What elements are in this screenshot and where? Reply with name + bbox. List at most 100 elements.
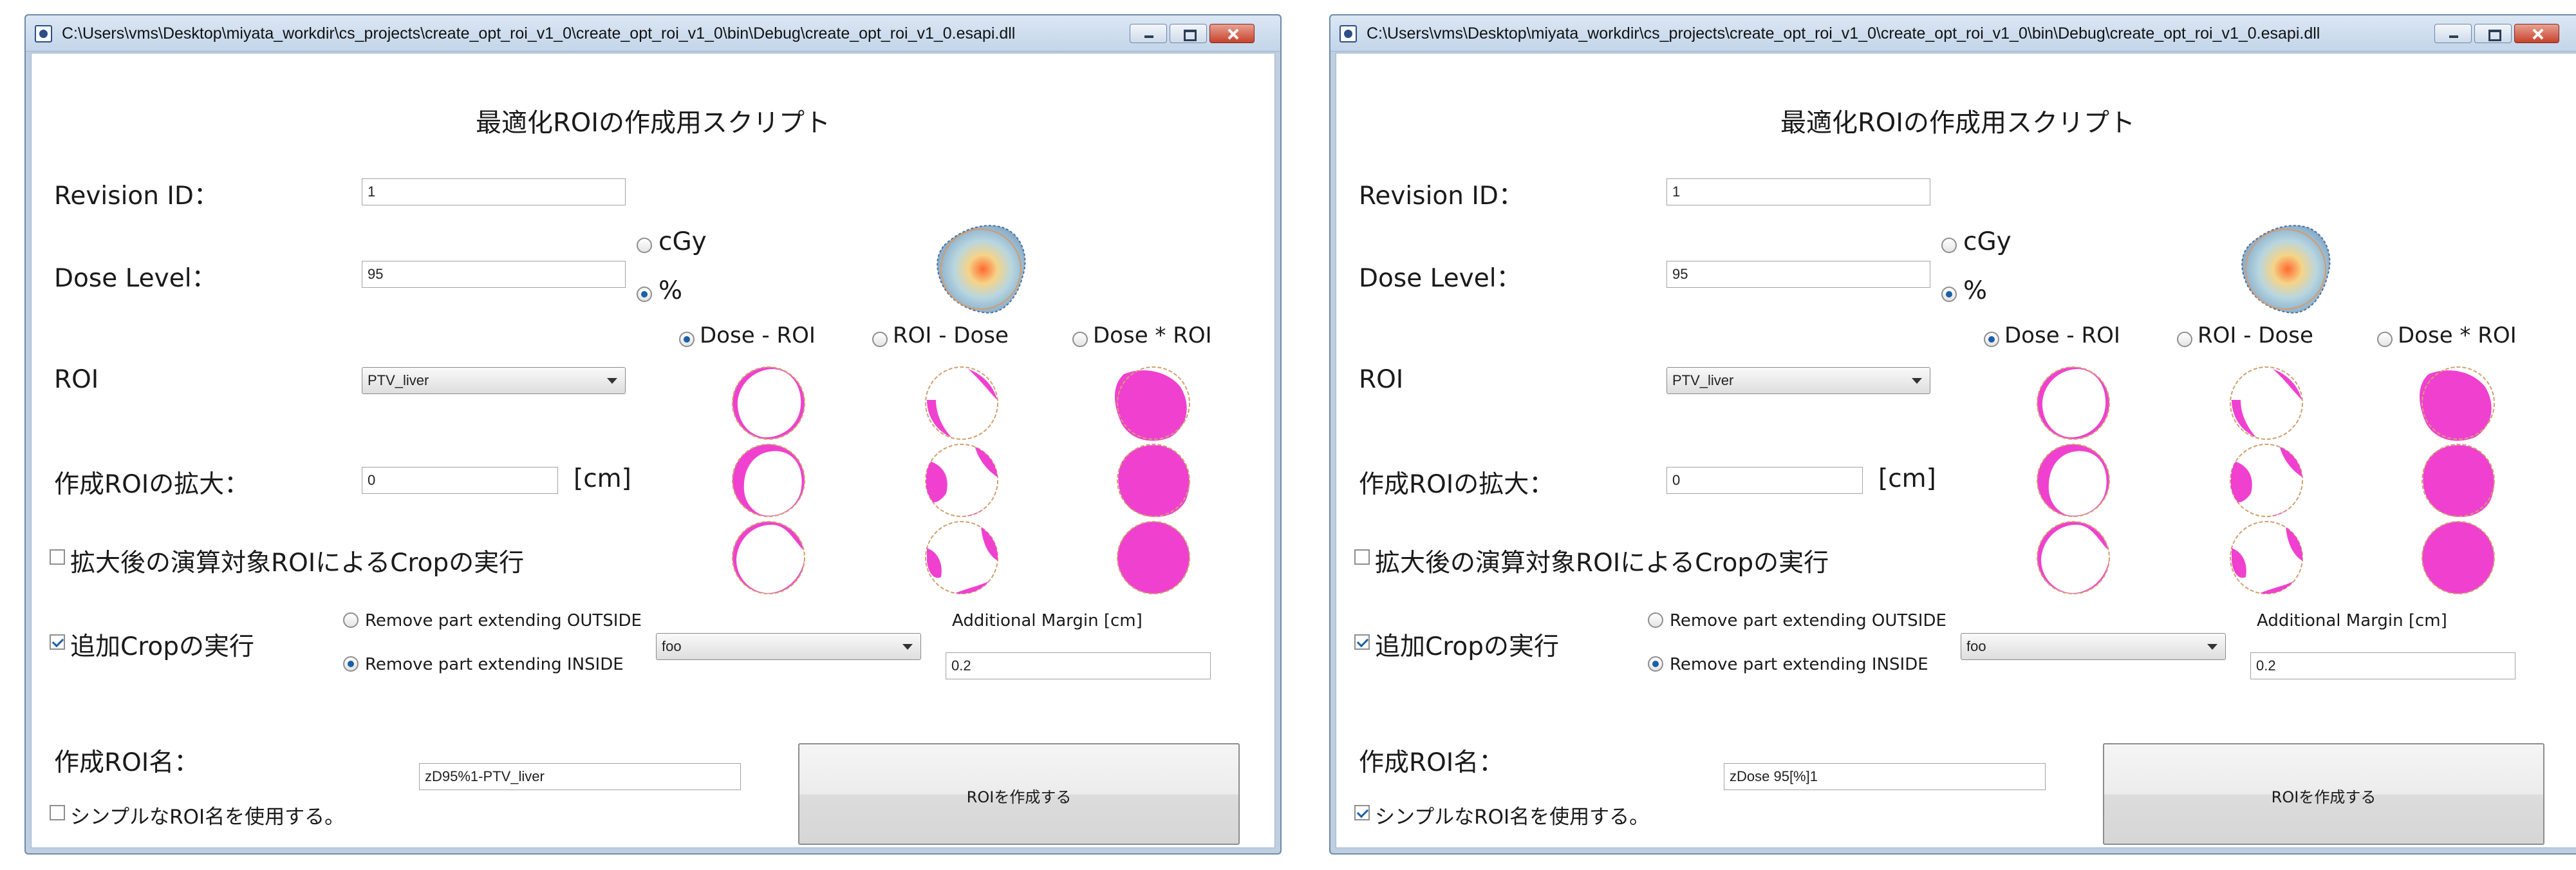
window-title: C:\Users\vms\Desktop\miyata_workdir\cs_p…	[62, 24, 1016, 43]
roi-label: ROI	[1359, 365, 1404, 394]
chevron-down-icon	[607, 378, 617, 384]
dose-minus-roi-example-3	[732, 521, 805, 594]
extra-crop-checkbox[interactable]	[50, 634, 65, 650]
crop-structure-select[interactable]: foo	[1961, 633, 2226, 660]
extra-crop-label: 追加Cropの実行	[1375, 632, 1560, 661]
crop-after-expand-label: 拡大後の演算対象ROIによるCropの実行	[70, 549, 525, 578]
dose-level-input[interactable]: 95	[362, 261, 626, 288]
script-window-2: C:\Users\vms\Desktop\miyata_workdir\cs_p…	[1329, 14, 2576, 855]
dose-distribution-image	[2241, 225, 2331, 314]
revision-id-label: Revision ID：	[1359, 182, 1524, 211]
operation-radio-dose-times-roi[interactable]	[1072, 332, 1088, 347]
crop-after-expand-checkbox[interactable]	[1354, 549, 1370, 565]
operation-label-dose-times-roi: Dose * ROI	[2398, 323, 2517, 348]
crop-after-expand-checkbox[interactable]	[50, 549, 65, 565]
roi-select[interactable]: PTV_liver	[362, 367, 626, 394]
roi-name-input[interactable]: zDose 95[%]1	[1724, 763, 2046, 790]
roi-minus-dose-example-2	[2230, 444, 2303, 517]
unit-radio-cgy[interactable]	[1941, 238, 1957, 253]
dose-distribution-image	[937, 225, 1026, 314]
dose-minus-roi-example-3	[2037, 521, 2110, 594]
operation-radio-dose-times-roi[interactable]	[2377, 332, 2393, 347]
operation-label-dose-minus-roi: Dose - ROI	[700, 323, 816, 348]
crop-option-label-inside: Remove part extending INSIDE	[365, 655, 624, 674]
title-bar[interactable]: C:\Users\vms\Desktop\miyata_workdir\cs_p…	[1330, 15, 2576, 52]
roi-minus-dose-example-1	[925, 366, 998, 440]
margin-input[interactable]: 0	[1666, 467, 1863, 494]
crop-structure-select[interactable]: foo	[656, 633, 921, 660]
simple-name-checkbox[interactable]	[1354, 805, 1370, 820]
app-icon	[35, 25, 52, 43]
additional-margin-input[interactable]: 0.2	[946, 652, 1211, 679]
dose-times-roi-example-3	[1117, 521, 1190, 594]
app-icon	[1339, 25, 1357, 43]
create-roi-button[interactable]: ROIを作成する	[798, 743, 1240, 845]
crop-option-label-outside: Remove part extending OUTSIDE	[1670, 611, 1946, 630]
roi-name-label: 作成ROI名：	[54, 748, 200, 777]
minimize-button[interactable]	[2434, 24, 2472, 43]
dose-minus-roi-example-1	[2037, 366, 2110, 440]
unit-radio-cgy[interactable]	[637, 238, 652, 253]
crop-option-radio-outside[interactable]	[1648, 612, 1663, 628]
operation-label-roi-minus-dose: ROI - Dose	[2198, 323, 2313, 348]
dose-level-label: Dose Level：	[1359, 264, 1522, 293]
operation-label-dose-minus-roi: Dose - ROI	[2004, 323, 2120, 348]
unit-radio-percent[interactable]	[1941, 287, 1957, 302]
operation-label-roi-minus-dose: ROI - Dose	[893, 323, 1009, 348]
roi-minus-dose-example-1	[2230, 366, 2303, 440]
margin-input[interactable]: 0	[362, 467, 558, 494]
revision-id-input[interactable]: 1	[1666, 178, 1930, 205]
dose-minus-roi-example-2	[732, 444, 805, 517]
create-roi-button[interactable]: ROIを作成する	[2103, 743, 2544, 845]
operation-examples	[732, 366, 1190, 594]
roi-minus-dose-example-3	[925, 521, 998, 594]
additional-margin-label: Additional Margin [cm]	[2257, 611, 2447, 630]
close-button[interactable]	[2514, 24, 2559, 43]
unit-label-percent: %	[1963, 276, 1988, 305]
revision-id-input[interactable]: 1	[362, 178, 626, 205]
dose-level-input[interactable]: 95	[1666, 261, 1930, 288]
window-title: C:\Users\vms\Desktop\miyata_workdir\cs_p…	[1367, 24, 2320, 43]
simple-name-label: シンプルなROI名を使用する。	[1375, 806, 1650, 829]
crop-option-radio-inside[interactable]	[1648, 656, 1663, 672]
maximize-button[interactable]	[2474, 24, 2512, 43]
dose-times-roi-example-2	[2422, 444, 2495, 517]
roi-select[interactable]: PTV_liver	[1666, 367, 1930, 394]
extra-crop-label: 追加Cropの実行	[70, 632, 255, 661]
script-window-1: C:\Users\vms\Desktop\miyata_workdir\cs_p…	[24, 14, 1282, 855]
roi-label: ROI	[54, 365, 99, 394]
page-title: 最適化ROIの作成用スクリプト	[475, 108, 831, 138]
additional-margin-input[interactable]: 0.2	[2250, 652, 2515, 679]
chevron-down-icon	[902, 644, 913, 650]
roi-select-value: PTV_liver	[1672, 372, 1734, 388]
unit-label-cgy: cGy	[1963, 227, 2011, 256]
dose-minus-roi-example-1	[732, 366, 805, 440]
unit-radio-percent[interactable]	[637, 287, 652, 302]
crop-option-label-inside: Remove part extending INSIDE	[1670, 655, 1928, 674]
crop-after-expand-label: 拡大後の演算対象ROIによるCropの実行	[1375, 549, 1829, 578]
operation-radio-roi-minus-dose[interactable]	[2177, 332, 2192, 347]
minimize-button[interactable]	[1130, 24, 1167, 43]
operation-radio-roi-minus-dose[interactable]	[872, 332, 888, 347]
roi-minus-dose-example-3	[2230, 521, 2303, 594]
page-title: 最適化ROIの作成用スクリプト	[1780, 108, 2136, 138]
simple-name-checkbox[interactable]	[50, 805, 65, 820]
close-button[interactable]	[1209, 24, 1255, 43]
maximize-button[interactable]	[1170, 24, 1207, 43]
extra-crop-checkbox[interactable]	[1354, 634, 1370, 650]
title-bar[interactable]: C:\Users\vms\Desktop\miyata_workdir\cs_p…	[26, 15, 1280, 52]
client-area: 最適化ROIの作成用スクリプト Revision ID： 1 Dose Leve…	[1336, 53, 2576, 848]
client-area: 最適化ROIの作成用スクリプト Revision ID： 1 Dose Leve…	[31, 53, 1275, 848]
chevron-down-icon	[1912, 378, 1922, 384]
chevron-down-icon	[2207, 644, 2217, 650]
dose-times-roi-example-3	[2422, 521, 2495, 594]
dose-times-roi-example-2	[1117, 444, 1190, 517]
roi-name-input[interactable]: zD95%1-PTV_liver	[419, 763, 741, 790]
revision-id-label: Revision ID：	[54, 182, 219, 211]
operation-label-dose-times-roi: Dose * ROI	[1093, 323, 1212, 348]
margin-unit-label: [cm]	[574, 464, 631, 493]
operation-radio-dose-minus-roi[interactable]	[679, 332, 695, 347]
operation-radio-dose-minus-roi[interactable]	[1984, 332, 1999, 347]
crop-option-radio-inside[interactable]	[343, 656, 359, 672]
crop-option-radio-outside[interactable]	[343, 612, 359, 628]
